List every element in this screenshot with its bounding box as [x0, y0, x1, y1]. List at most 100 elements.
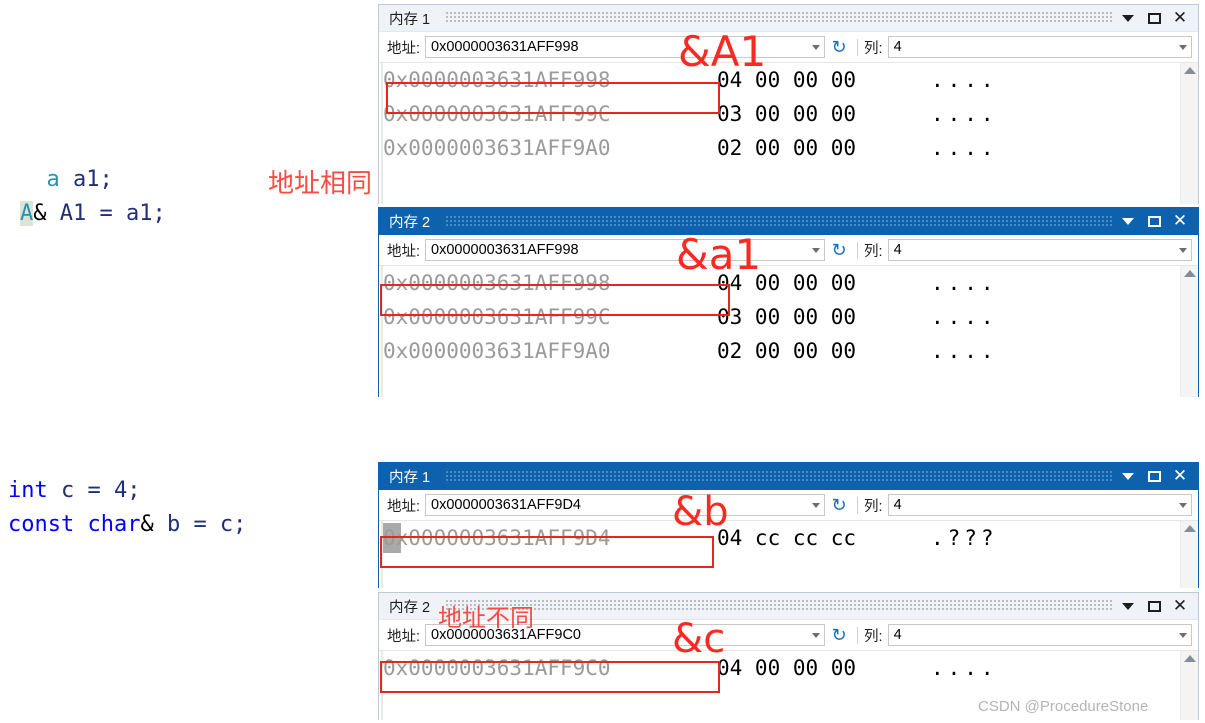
memory-hex-cell[interactable]: 02 00 00 00 — [717, 136, 931, 160]
refresh-icon[interactable]: ↻ — [827, 241, 851, 259]
memory-row[interactable]: 0x0000003631AFF998 04 00 00 00.... — [379, 63, 1198, 97]
restore-window-icon[interactable] — [1146, 10, 1162, 26]
memory-address-text: 0x0000003631AFF99C — [383, 305, 611, 329]
code-token: c = 4; — [47, 478, 141, 503]
columns-dropdown-icon[interactable] — [1175, 44, 1191, 50]
code-line: int c = 4; — [8, 474, 246, 508]
memory-row[interactable]: 0x0000003631AFF998 04 00 00 00.... — [379, 266, 1198, 300]
memory-ascii-cell: .... — [931, 271, 998, 295]
address-dropdown-icon[interactable] — [808, 44, 824, 50]
memory-ascii-cell: .... — [931, 305, 998, 329]
chevron-down-icon[interactable] — [1120, 10, 1136, 26]
code-token: & — [140, 512, 154, 537]
memory-window-1-top[interactable]: 内存 1 ✕ 地址: 0x0000003631AFF998 ↻ 列: 4 0x0… — [378, 4, 1199, 204]
address-label: 地址: — [387, 628, 421, 645]
close-icon[interactable]: ✕ — [1172, 597, 1188, 614]
address-label: 地址: — [387, 40, 421, 57]
restore-window-icon[interactable] — [1146, 598, 1162, 614]
annotation-same-address: 地址相同 — [268, 169, 373, 199]
address-input[interactable]: 0x0000003631AFF9C0 — [425, 624, 826, 646]
columns-value: 4 — [893, 627, 902, 643]
watermark: CSDN @ProcedureStone — [978, 698, 1149, 715]
address-dropdown-icon[interactable] — [808, 247, 824, 253]
code-token: a — [46, 167, 60, 192]
code-token: b = c; — [153, 512, 247, 537]
toolbar-divider — [857, 241, 859, 259]
address-value: 0x0000003631AFF998 — [431, 242, 579, 258]
columns-dropdown-icon[interactable] — [1175, 632, 1191, 638]
memory-row[interactable]: 0x0000003631AFF9A0 02 00 00 00.... — [379, 131, 1198, 165]
restore-window-icon[interactable] — [1146, 214, 1162, 230]
code-line: a a1; — [20, 163, 166, 197]
close-icon[interactable]: ✕ — [1172, 468, 1188, 485]
address-input[interactable]: 0x0000003631AFF998 — [425, 36, 826, 58]
memory-ascii-cell: .... — [931, 68, 998, 92]
scroll-up-arrow-icon[interactable] — [1183, 67, 1196, 74]
memory-window-1-bottom[interactable]: 内存 1 ✕ 地址: 0x0000003631AFF9D4 ↻ 列: 4 0x0… — [378, 462, 1199, 588]
restore-window-icon[interactable] — [1146, 469, 1162, 485]
memory-hex-cell[interactable]: 03 00 00 00 — [717, 102, 931, 126]
memory-grid[interactable]: 0x0000003631AFF998 04 00 00 00.... 0x00000… — [379, 265, 1198, 397]
scroll-up-arrow-icon[interactable] — [1183, 270, 1196, 277]
columns-input[interactable]: 4 — [887, 494, 1192, 516]
window-title-bar[interactable]: 内存 2 ✕ — [379, 208, 1198, 235]
window-title-bar[interactable]: 内存 1 ✕ — [379, 5, 1198, 32]
memory-row[interactable]: 0x0000003631AFF9D4 04 cc cc cc.??? — [379, 521, 1198, 555]
columns-input[interactable]: 4 — [887, 239, 1192, 261]
scroll-up-arrow-icon[interactable] — [1183, 655, 1196, 662]
toolbar-divider — [857, 496, 859, 514]
vertical-scrollbar[interactable] — [1180, 521, 1198, 588]
memory-hex-cell[interactable]: 04 cc cc cc — [717, 526, 931, 550]
columns-input[interactable]: 4 — [887, 624, 1192, 646]
memory-hex-cell[interactable]: 02 00 00 00 — [717, 339, 931, 363]
code-token: a1; — [59, 167, 113, 192]
memory-address-text: 0x0000003631AFF99C — [383, 102, 611, 126]
window-gripper — [446, 215, 1114, 228]
address-input[interactable]: 0x0000003631AFF9D4 — [425, 494, 826, 516]
columns-input[interactable]: 4 — [887, 36, 1192, 58]
memory-window-2-top[interactable]: 内存 2 ✕ 地址: 0x0000003631AFF998 ↻ 列: 4 0x0… — [378, 207, 1199, 397]
window-title-bar[interactable]: 内存 1 ✕ — [379, 463, 1198, 490]
refresh-icon[interactable]: ↻ — [827, 496, 851, 514]
window-title-text: 内存 1 — [389, 470, 431, 486]
vertical-scrollbar[interactable] — [1180, 266, 1198, 397]
code-token: & — [33, 201, 47, 226]
refresh-icon[interactable]: ↻ — [827, 626, 851, 644]
address-dropdown-icon[interactable] — [808, 632, 824, 638]
memory-hex-cell[interactable]: 04 00 00 00 — [717, 656, 931, 680]
memory-hex-cell[interactable]: 03 00 00 00 — [717, 305, 931, 329]
memory-toolbar: 地址: 0x0000003631AFF9D4 ↻ 列: 4 — [379, 490, 1198, 520]
refresh-icon[interactable]: ↻ — [827, 38, 851, 56]
columns-dropdown-icon[interactable] — [1175, 502, 1191, 508]
columns-label: 列: — [864, 498, 883, 515]
columns-label: 列: — [864, 628, 883, 645]
address-label: 地址: — [387, 498, 421, 515]
memory-address-text: 0x0000003631AFF9C0 — [383, 656, 611, 680]
memory-grid[interactable]: 0x0000003631AFF9D4 04 cc cc cc.??? — [379, 520, 1198, 588]
address-input[interactable]: 0x0000003631AFF998 — [425, 239, 826, 261]
const-char-ref-snippet: int c = 4; const char& b = c; — [8, 474, 246, 542]
chevron-down-icon[interactable] — [1120, 214, 1136, 230]
memory-hex-cell[interactable]: 04 00 00 00 — [717, 68, 931, 92]
memory-address-cell: 0x0000003631AFF99C — [383, 305, 717, 329]
memory-row[interactable]: 0x0000003631AFF9A0 02 00 00 00.... — [379, 334, 1198, 368]
window-title-text: 内存 1 — [389, 11, 431, 28]
window-title-bar[interactable]: 内存 2 ✕ — [379, 593, 1198, 620]
memory-grid[interactable]: 0x0000003631AFF998 04 00 00 00.... 0x00000… — [379, 62, 1198, 204]
chevron-down-icon[interactable] — [1120, 598, 1136, 614]
close-icon[interactable]: ✕ — [1172, 9, 1188, 26]
memory-ascii-cell: .... — [931, 656, 998, 680]
chevron-down-icon[interactable] — [1120, 469, 1136, 485]
address-dropdown-icon[interactable] — [808, 502, 824, 508]
memory-hex-cell[interactable]: 04 00 00 00 — [717, 271, 931, 295]
memory-row[interactable]: 0x0000003631AFF99C 03 00 00 00.... — [379, 97, 1198, 131]
memory-ascii-cell: .... — [931, 102, 998, 126]
memory-row[interactable]: 0x0000003631AFF99C 03 00 00 00.... — [379, 300, 1198, 334]
memory-row[interactable]: 0x0000003631AFF9C0 04 00 00 00.... — [379, 651, 1198, 685]
columns-dropdown-icon[interactable] — [1175, 247, 1191, 253]
columns-value: 4 — [893, 497, 902, 513]
vertical-scrollbar[interactable] — [1180, 63, 1198, 204]
vertical-scrollbar[interactable] — [1180, 651, 1198, 720]
close-icon[interactable]: ✕ — [1172, 213, 1188, 230]
scroll-up-arrow-icon[interactable] — [1183, 525, 1196, 532]
